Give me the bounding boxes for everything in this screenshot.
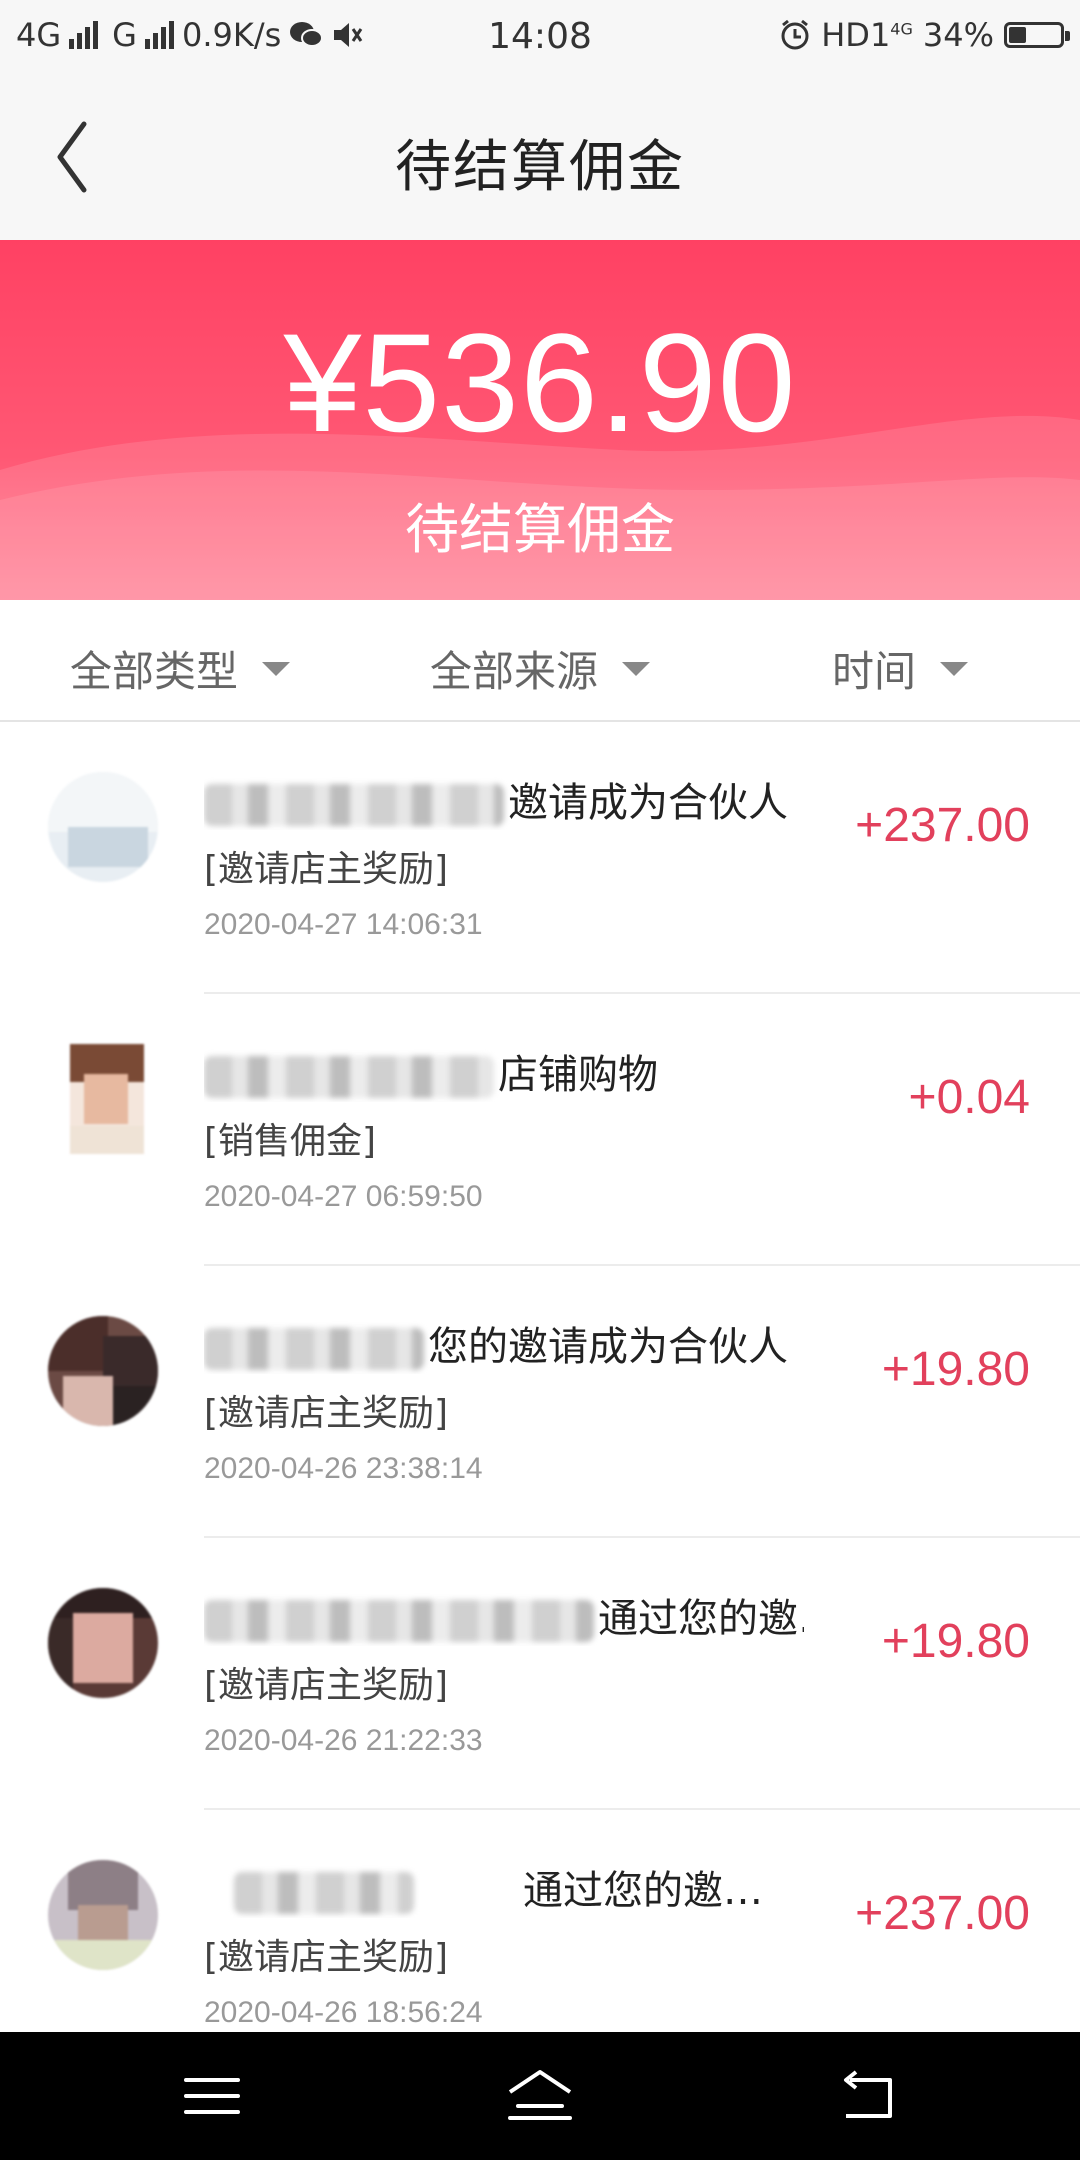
blurred-name (204, 1600, 594, 1642)
record-type: [销售佣金] (204, 1121, 377, 1162)
record-time: 2020-04-26 18:56:24 (204, 1996, 483, 2029)
record-type: [邀请店主奖励] (204, 1665, 449, 1706)
filter-time[interactable]: 时间 (832, 638, 969, 699)
record-type: [邀请店主奖励] (204, 849, 449, 890)
commission-list: 邀请成为合伙人 [邀请店主奖励] 2020-04-27 14:06:31 +23… (0, 722, 1080, 2082)
caret-down-icon (622, 661, 651, 676)
record-time: 2020-04-26 21:22:33 (204, 1724, 483, 1757)
caret-down-icon (940, 661, 969, 676)
list-item[interactable]: 店铺购物 [销售佣金] 2020-04-27 06:59:50 +0.04 (0, 994, 1080, 1266)
list-item[interactable]: 邀请成为合伙人 [邀请店主奖励] 2020-04-27 14:06:31 +23… (0, 722, 1080, 994)
caret-down-icon (262, 661, 291, 676)
blurred-name (204, 1328, 424, 1370)
record-amount: +19.80 (881, 1615, 1030, 1668)
home-icon (508, 2070, 572, 2120)
alarm-icon (781, 19, 809, 50)
list-item[interactable]: 您的邀请成为合伙人 [邀请店主奖励] 2020-04-26 23:38:14 +… (0, 1266, 1080, 1538)
record-title: 通过您的邀… (523, 1868, 763, 1914)
record-time: 2020-04-27 14:06:31 (204, 908, 483, 941)
avatar (48, 1588, 158, 1698)
filter-source[interactable]: 全部来源 (430, 638, 651, 699)
record-amount: +237.00 (855, 799, 1030, 852)
record-amount: +19.80 (881, 1343, 1030, 1396)
hd-label: HD14G (821, 16, 913, 54)
record-title: 店铺购物 (498, 1052, 658, 1098)
avatar (48, 1316, 158, 1426)
record-title: 您的邀请成为合伙人 (428, 1324, 788, 1370)
filter-source-label: 全部来源 (430, 647, 599, 696)
filter-time-label: 时间 (832, 647, 917, 696)
record-amount: +237.00 (855, 1887, 1030, 1940)
title-bar: 待结算佣金 (0, 72, 1080, 240)
record-title: 通过您的邀… (598, 1596, 804, 1642)
status-bar: 4G G 0.9K/s 14:08 HD14G 34% (0, 0, 1080, 72)
pending-amount-label: 待结算佣金 (405, 498, 675, 561)
record-time: 2020-04-26 23:38:14 (204, 1452, 483, 1485)
battery-percent: 34% (922, 16, 994, 54)
menu-button[interactable] (172, 2066, 252, 2126)
list-item[interactable]: 通过您的邀… [邀请店主奖励] 2020-04-26 21:22:33 +19.… (0, 1538, 1080, 1810)
avatar (48, 1860, 158, 1970)
home-button[interactable] (500, 2066, 580, 2126)
avatar (48, 772, 158, 882)
record-type: [邀请店主奖励] (204, 1393, 449, 1434)
menu-icon (184, 2078, 240, 2114)
blurred-name (204, 784, 504, 826)
filter-type[interactable]: 全部类型 (70, 638, 291, 699)
record-type: [邀请店主奖励] (204, 1937, 449, 1978)
record-amount: +0.04 (908, 1071, 1030, 1124)
system-nav-bar (0, 2032, 1080, 2160)
filter-type-label: 全部类型 (70, 647, 239, 696)
avatar (70, 1044, 144, 1154)
pending-amount: ¥536.90 (283, 304, 797, 461)
page-title: 待结算佣金 (395, 135, 685, 200)
battery-icon (1004, 22, 1070, 48)
back-nav-button[interactable] (828, 2066, 908, 2126)
record-title: 邀请成为合伙人 (508, 780, 788, 826)
record-time: 2020-04-27 06:59:50 (204, 1180, 483, 1213)
filter-bar: 全部类型 全部来源 时间 (0, 600, 1080, 722)
summary-banner: ¥536.90 待结算佣金 (0, 240, 1080, 600)
blurred-name (234, 1872, 414, 1914)
back-arrow-icon (844, 2070, 892, 2118)
status-right: HD14G 34% (779, 16, 1070, 54)
blurred-name (204, 1056, 494, 1098)
